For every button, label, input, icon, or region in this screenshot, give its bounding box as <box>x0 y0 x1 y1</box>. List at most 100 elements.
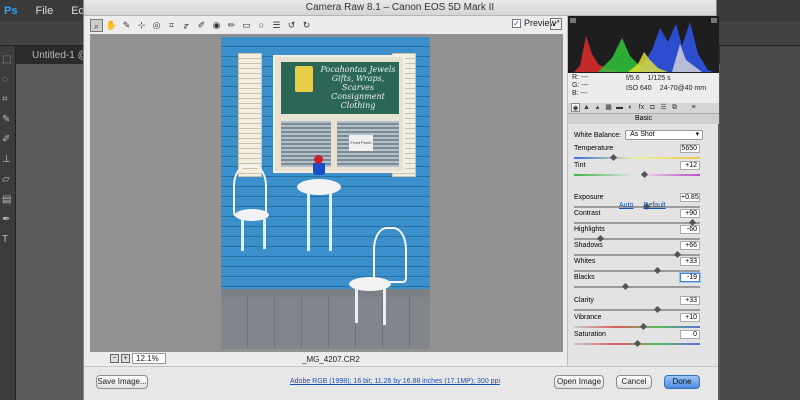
slider-thumb[interactable] <box>640 322 648 331</box>
slider-track[interactable] <box>574 157 700 159</box>
table-leg <box>329 193 332 251</box>
slider-thumb[interactable] <box>597 234 605 243</box>
zoom-out-button[interactable]: − <box>110 354 119 363</box>
graduated-filter-icon[interactable]: ▭ <box>240 19 253 32</box>
slider-thumb[interactable] <box>609 153 617 162</box>
slider-thumb[interactable] <box>653 305 661 314</box>
stamp-tool-icon[interactable]: ⊥ <box>2 154 14 166</box>
rotate-cw-icon[interactable]: ↻ <box>300 19 313 32</box>
shutter-speed: 1/125 s <box>647 75 671 82</box>
done-button[interactable]: Done <box>664 375 700 389</box>
save-image-button[interactable]: Save Image... <box>96 375 148 389</box>
cancel-button[interactable]: Cancel <box>616 375 652 389</box>
workflow-options-link[interactable]: Adobe RGB (1998); 16 bit; 11.26 by 16.88… <box>290 378 500 385</box>
slider-thumb[interactable] <box>653 266 661 275</box>
type-tool-icon[interactable]: T <box>2 234 14 246</box>
slider-track[interactable] <box>574 309 700 311</box>
photoshop-right-panel <box>720 46 800 400</box>
color-sampler-icon[interactable]: ⊹ <box>135 19 148 32</box>
slider-track[interactable] <box>574 270 700 272</box>
slider-track[interactable] <box>574 238 700 240</box>
panel-menu-icon[interactable]: ≡ <box>689 103 698 112</box>
slider-value-input[interactable]: +90 <box>680 209 700 218</box>
document-tab[interactable]: Untitled-1 @ <box>16 50 88 64</box>
slider-label: Vibrance <box>574 314 602 321</box>
slider-value-input[interactable]: +0.85 <box>680 193 700 202</box>
slider-value-input[interactable]: +10 <box>680 313 700 322</box>
slider-track[interactable] <box>574 286 700 288</box>
fullscreen-toggle-icon[interactable]: ⤢ <box>550 18 562 30</box>
default-link[interactable]: Default <box>643 202 665 209</box>
slider-track[interactable] <box>574 326 700 328</box>
zoom-icon[interactable]: ⌕ <box>90 18 103 32</box>
slider-value-input[interactable]: +33 <box>680 257 700 266</box>
effects-tab-icon[interactable]: fx <box>637 103 646 112</box>
red-eye-icon[interactable]: ◉ <box>210 19 223 32</box>
chair-leg <box>241 219 244 251</box>
straighten-icon[interactable]: ⦫ <box>180 19 193 32</box>
slider-label: Highlights <box>574 226 605 233</box>
white-balance-select[interactable]: As Shot <box>625 130 704 140</box>
crop-tool-icon[interactable]: ⌗ <box>2 94 14 106</box>
auto-link[interactable]: Auto <box>619 202 633 209</box>
brush-tool-icon[interactable]: ✐ <box>2 134 14 146</box>
adjustment-brush-icon[interactable]: ✏ <box>225 19 238 32</box>
split-toning-tab-icon[interactable]: ▬ <box>615 103 624 112</box>
pen-tool-icon[interactable]: ✒ <box>2 214 14 226</box>
lasso-tool-icon[interactable]: ◌ <box>2 74 14 86</box>
slider-value-input[interactable]: +66 <box>680 241 700 250</box>
tone-curve-tab-icon[interactable]: ▲ <box>582 103 591 112</box>
eraser-tool-icon[interactable]: ▱ <box>2 174 14 186</box>
iso: ISO 640 <box>626 85 652 92</box>
slider-track[interactable] <box>574 174 700 176</box>
preview-checkbox[interactable]: ✓ <box>512 18 521 28</box>
gradient-tool-icon[interactable]: ▤ <box>2 194 14 206</box>
slider-thumb[interactable] <box>641 170 649 179</box>
crop-icon[interactable]: ⌗ <box>165 19 178 32</box>
hand-icon[interactable]: ✋ <box>105 19 118 32</box>
shadow-clipping-icon <box>570 18 576 23</box>
camera-calibration-tab-icon[interactable]: ◘ <box>648 103 657 112</box>
notice-sign: Front Porch <box>349 135 373 151</box>
menu-file[interactable]: File <box>35 5 53 17</box>
rotate-ccw-icon[interactable]: ↺ <box>285 19 298 32</box>
lens-tab-icon[interactable]: ◐ <box>626 103 635 112</box>
slider-thumb[interactable] <box>621 282 629 291</box>
hsl-tab-icon[interactable]: ▦ <box>604 103 613 112</box>
slider-track[interactable] <box>574 222 700 224</box>
snapshots-tab-icon[interactable]: ⧉ <box>670 103 679 112</box>
slider-label: Whites <box>574 258 596 265</box>
slider-value-input[interactable]: 5650 <box>680 144 700 153</box>
lower-left-pane <box>281 121 331 167</box>
camera-raw-dialog: Camera Raw 8.1 – Canon EOS 5D Mark II ⌕ … <box>83 0 719 400</box>
marquee-tool-icon[interactable]: ⬚ <box>2 54 14 66</box>
readout-b: B: --- <box>572 90 588 97</box>
zoom-in-button[interactable]: + <box>121 354 130 363</box>
red-flower <box>314 155 323 164</box>
slider-thumb[interactable] <box>633 339 642 348</box>
open-image-button[interactable]: Open Image <box>554 375 604 389</box>
file-name: _MG_4207.CR2 <box>302 355 360 364</box>
detail-tab-icon[interactable]: ▴ <box>593 103 602 112</box>
slider-value-input[interactable]: +33 <box>680 296 700 305</box>
dialog-footer: Save Image... Adobe RGB (1998); 16 bit; … <box>84 366 718 400</box>
slider-value-input[interactable]: -19 <box>680 273 700 282</box>
slider-label: Temperature <box>574 145 614 152</box>
round-table <box>297 179 341 195</box>
eyedropper-tool-icon[interactable]: ✎ <box>2 114 14 126</box>
target-adjust-icon[interactable]: ◎ <box>150 19 163 32</box>
histogram <box>568 16 719 73</box>
slider-value-input[interactable]: 0 <box>680 330 700 339</box>
zoom-level-select[interactable]: 12.1% <box>132 353 166 364</box>
radial-filter-icon[interactable]: ○ <box>255 19 268 32</box>
slider-value-input[interactable]: -60 <box>680 225 700 234</box>
chair-leg <box>383 289 386 325</box>
white-balance-icon[interactable]: ✎ <box>120 19 133 32</box>
preferences-icon[interactable]: ☰ <box>270 19 283 32</box>
spot-removal-icon[interactable]: ✐ <box>195 19 208 32</box>
slider-value-input[interactable]: +12 <box>680 161 700 170</box>
presets-tab-icon[interactable]: ☰ <box>659 103 668 112</box>
image-preview-area[interactable]: Pocahontas Jewels Gifts, Wraps, Scarves … <box>90 34 563 352</box>
readout-r: R: --- <box>572 74 588 81</box>
basic-tab-icon[interactable]: ◉ <box>571 103 580 112</box>
